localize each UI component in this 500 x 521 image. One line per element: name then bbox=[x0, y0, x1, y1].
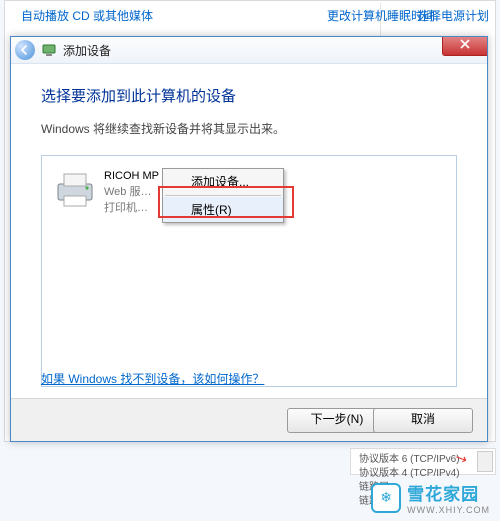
printer-icon bbox=[52, 166, 98, 212]
cancel-button[interactable]: 取消 bbox=[373, 408, 473, 433]
device-icon bbox=[41, 42, 57, 58]
network-props-fragment: 协议版本 6 (TCP/IPv6) 协议版本 4 (TCP/IPv4) 链路层…… bbox=[350, 448, 496, 475]
next-button[interactable]: 下一步(N) bbox=[287, 408, 387, 433]
scrollbar[interactable] bbox=[477, 451, 493, 472]
dialog-body: 选择要添加到此计算机的设备 Windows 将继续查找新设备并将其显示出来。 R… bbox=[11, 63, 487, 399]
menu-item-add-device[interactable]: 添加设备... bbox=[163, 169, 283, 194]
subtext: Windows 将继续查找新设备并将其显示出来。 bbox=[41, 120, 457, 137]
context-menu: 添加设备... 属性(R) bbox=[162, 168, 284, 223]
help-link[interactable]: 如果 Windows 找不到设备，该如何操作？ bbox=[41, 370, 264, 387]
close-button[interactable] bbox=[442, 37, 487, 56]
link-autoplay[interactable]: 自动播放 CD 或其他媒体 bbox=[21, 7, 153, 24]
dialog-title: 添加设备 bbox=[63, 42, 111, 59]
watermark-logo-icon: ❄ bbox=[371, 483, 401, 513]
watermark-text: 雪花家园 WWW.XHIY.COM bbox=[407, 480, 490, 515]
add-device-dialog: 添加设备 选择要添加到此计算机的设备 Windows 将继续查找新设备并将其显示… bbox=[10, 36, 488, 442]
net-line: 协议版本 4 (TCP/IPv4) bbox=[359, 467, 487, 481]
dialog-footer: 下一步(N) 取消 bbox=[11, 398, 487, 441]
menu-item-properties[interactable]: 属性(R) bbox=[163, 197, 283, 222]
titlebar: 添加设备 bbox=[11, 37, 487, 64]
link-power-plan[interactable]: 选择电源计划 bbox=[417, 7, 489, 24]
menu-separator bbox=[165, 195, 281, 196]
watermark-url: WWW.XHIY.COM bbox=[407, 505, 490, 515]
heading: 选择要添加到此计算机的设备 bbox=[41, 85, 457, 106]
back-button[interactable] bbox=[15, 40, 35, 60]
watermark-brand: 雪花家园 bbox=[407, 480, 490, 505]
screenshot-root: 自动播放 CD 或其他媒体 更改计算机睡眠时间 选择电源计划 协议版本 6 (T… bbox=[0, 0, 500, 521]
watermark: ❄ 雪花家园 WWW.XHIY.COM bbox=[371, 480, 490, 515]
device-list[interactable]: RICOH MP C3503 Web 服… 打印机… 添加设备... 属性(R) bbox=[41, 155, 457, 387]
